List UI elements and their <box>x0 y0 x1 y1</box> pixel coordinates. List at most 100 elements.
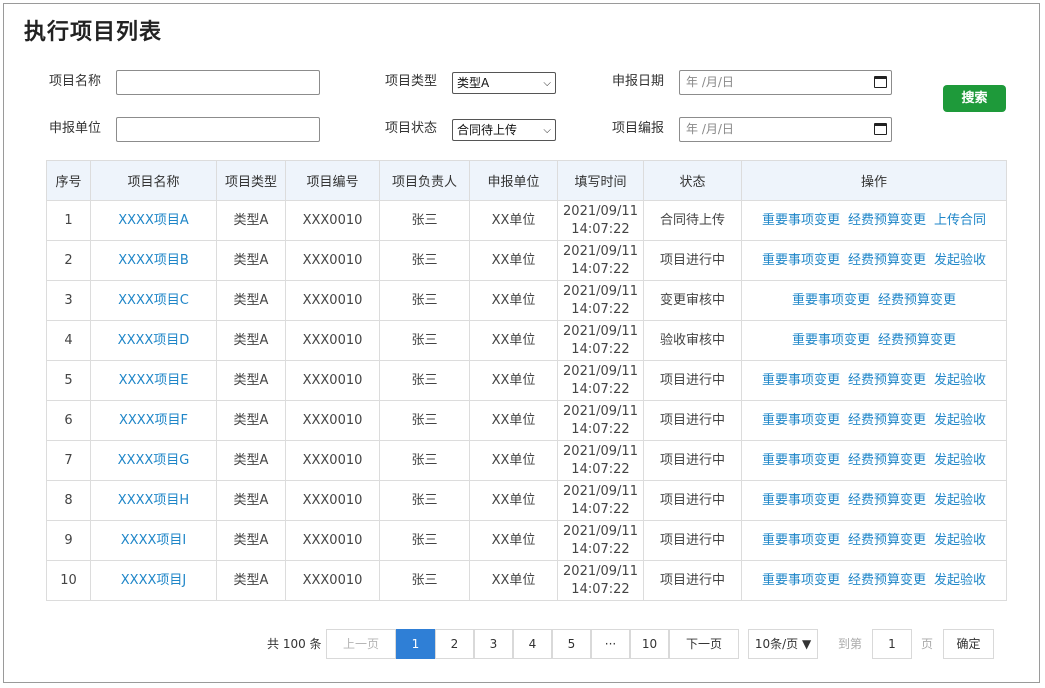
project-name-link[interactable]: XXXX项目F <box>119 413 188 428</box>
action-link[interactable]: 经费预算变更 <box>848 373 926 388</box>
cell-code: XXX0010 <box>302 372 363 388</box>
fill-time: 14:07:22 <box>571 541 630 557</box>
project-type-select[interactable]: 类型A ⌵ <box>452 72 556 94</box>
cell-unit: XX单位 <box>491 372 536 388</box>
table-row: 6 XXXX项目F 类型A XXX0010 张三 XX单位 2021/09/11 14:07:… <box>46 400 1007 441</box>
action-link[interactable]: 重要事项变更 <box>762 253 840 268</box>
action-link[interactable]: 经费预算变更 <box>848 493 926 508</box>
action-link[interactable]: 经费预算变更 <box>878 333 956 348</box>
action-link[interactable]: 发起验收 <box>934 493 986 508</box>
action-link[interactable]: 重要事项变更 <box>762 493 840 508</box>
action-link[interactable]: 发起验收 <box>934 573 986 588</box>
project-code-placeholder: 年 /月/日 <box>686 122 734 136</box>
project-name-link[interactable]: XXXX项目I <box>121 533 186 548</box>
action-link[interactable]: 重要事项变更 <box>762 573 840 588</box>
cell-type: 类型A <box>233 412 269 428</box>
action-link[interactable]: 重要事项变更 <box>792 333 870 348</box>
action-link[interactable]: 经费预算变更 <box>848 573 926 588</box>
cell-fill-time: 2021/09/11 14:07:22 <box>557 520 644 561</box>
project-name-link[interactable]: XXXX项目A <box>118 213 189 228</box>
action-link[interactable]: 经费预算变更 <box>848 453 926 468</box>
action-link[interactable]: 重要事项变更 <box>762 413 840 428</box>
action-link[interactable]: 经费预算变更 <box>848 533 926 548</box>
page-button-3[interactable]: 3 <box>474 629 513 659</box>
cell-owner-cell: 张三 <box>379 200 470 241</box>
fill-time: 14:07:22 <box>571 341 630 357</box>
cell-actions: 重要事项变更 经费预算变更 发起验收 <box>741 400 1007 441</box>
fill-time: 14:07:22 <box>571 301 630 317</box>
project-name-link[interactable]: XXXX项目D <box>118 333 190 348</box>
report-date-input[interactable]: 年 /月/日 <box>679 70 892 95</box>
project-name-link[interactable]: XXXX项目C <box>118 293 189 308</box>
page-ellipsis[interactable]: ··· <box>591 629 630 659</box>
cell-no-cell: 6 <box>46 400 91 441</box>
cell-actions: 重要事项变更 经费预算变更 <box>741 280 1007 321</box>
cell-code: XXX0010 <box>302 252 363 268</box>
action-link[interactable]: 重要事项变更 <box>762 533 840 548</box>
cell-unit-cell: XX单位 <box>469 320 558 361</box>
action-link[interactable]: 重要事项变更 <box>762 213 840 228</box>
action-link[interactable]: 发起验收 <box>934 453 986 468</box>
cell-code: XXX0010 <box>302 532 363 548</box>
cell-type-cell: 类型A <box>216 240 286 281</box>
calendar-icon[interactable] <box>874 123 887 135</box>
status-text: 项目进行中 <box>659 452 725 468</box>
action-link[interactable]: 发起验收 <box>934 253 986 268</box>
action-link[interactable]: 发起验收 <box>934 373 986 388</box>
search-button[interactable]: 搜索 <box>943 85 1006 112</box>
action-link[interactable]: 发起验收 <box>934 533 986 548</box>
page-button-2[interactable]: 2 <box>435 629 474 659</box>
table-row: 2 XXXX项目B 类型A XXX0010 张三 XX单位 2021/09/11 14:07:… <box>46 240 1007 281</box>
cell-actions: 重要事项变更 经费预算变更 发起验收 <box>741 520 1007 561</box>
header-project-code: 项目编号 <box>285 160 380 201</box>
page-button-1[interactable]: 1 <box>396 629 435 659</box>
cell-status: 项目进行中 <box>643 520 742 561</box>
action-link[interactable]: 上传合同 <box>934 213 986 228</box>
cell-unit-cell: XX单位 <box>469 440 558 481</box>
project-status-select[interactable]: 合同待上传 ⌵ <box>452 119 556 141</box>
action-link[interactable]: 经费预算变更 <box>848 253 926 268</box>
cell-unit-cell: XX单位 <box>469 240 558 281</box>
project-name-link[interactable]: XXXX项目E <box>119 373 189 388</box>
prev-page-button[interactable]: 上一页 <box>326 629 396 659</box>
project-name-link[interactable]: XXXX项目G <box>118 453 190 468</box>
project-code-input[interactable]: 年 /月/日 <box>679 117 892 142</box>
page-size-select[interactable]: 10条/页 ▼ <box>748 629 818 659</box>
project-name-link[interactable]: XXXX项目H <box>118 493 189 508</box>
status-text: 验收审核中 <box>659 332 725 348</box>
calendar-icon[interactable] <box>874 76 887 88</box>
cell-code-cell: XXX0010 <box>285 280 380 321</box>
action-link[interactable]: 发起验收 <box>934 413 986 428</box>
goto-confirm-button[interactable]: 确定 <box>943 629 994 659</box>
cell-fill-time: 2021/09/11 14:07:22 <box>557 400 644 441</box>
cell-unit-cell: XX单位 <box>469 360 558 401</box>
cell-actions: 重要事项变更 经费预算变更 上传合同 <box>741 200 1007 241</box>
cell-owner: 张三 <box>411 492 438 508</box>
action-link[interactable]: 经费预算变更 <box>848 213 926 228</box>
project-name-link[interactable]: XXXX项目B <box>118 253 189 268</box>
project-name-link-cell: XXXX项目J <box>90 560 217 601</box>
fill-date: 2021/09/11 <box>563 403 638 419</box>
page-button-5[interactable]: 5 <box>552 629 591 659</box>
page-button-10[interactable]: 10 <box>630 629 669 659</box>
fill-date: 2021/09/11 <box>563 283 638 299</box>
action-link[interactable]: 经费预算变更 <box>878 293 956 308</box>
project-name-input[interactable] <box>116 70 320 95</box>
cell-code: XXX0010 <box>302 452 363 468</box>
page-button-4[interactable]: 4 <box>513 629 552 659</box>
fill-date: 2021/09/11 <box>563 563 638 579</box>
goto-page-input[interactable]: 1 <box>872 629 912 659</box>
report-unit-input[interactable] <box>116 117 320 142</box>
next-page-button[interactable]: 下一页 <box>669 629 739 659</box>
action-link[interactable]: 重要事项变更 <box>792 293 870 308</box>
cell-fill-time: 2021/09/11 14:07:22 <box>557 200 644 241</box>
project-code-label: 项目编报 <box>612 121 665 136</box>
cell-no: 1 <box>64 212 73 228</box>
fill-time: 14:07:22 <box>571 461 630 477</box>
cell-actions: 重要事项变更 经费预算变更 发起验收 <box>741 480 1007 521</box>
cell-status: 验收审核中 <box>643 320 742 361</box>
action-link[interactable]: 经费预算变更 <box>848 413 926 428</box>
project-name-link[interactable]: XXXX项目J <box>121 573 186 588</box>
action-link[interactable]: 重要事项变更 <box>762 453 840 468</box>
action-link[interactable]: 重要事项变更 <box>762 373 840 388</box>
